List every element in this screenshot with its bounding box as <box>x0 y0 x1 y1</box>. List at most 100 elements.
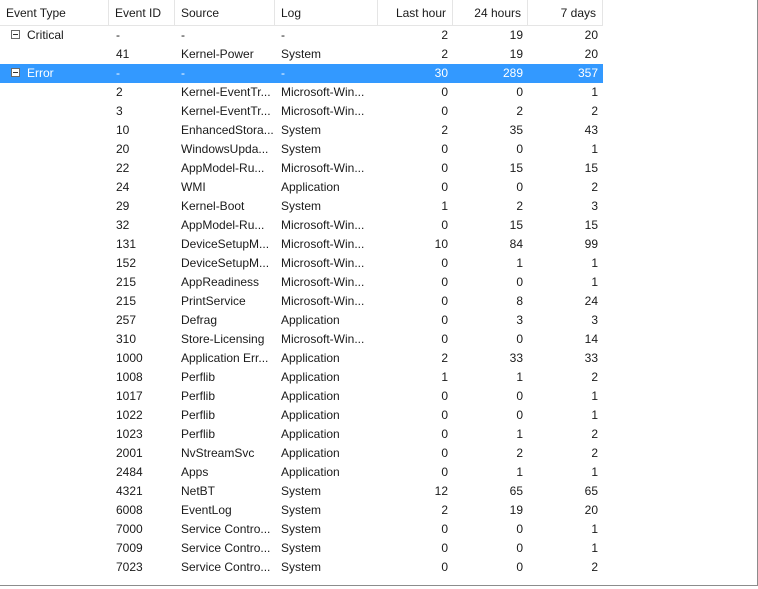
cell-h24: 0 <box>516 85 523 99</box>
table-row[interactable]: 131 DeviceSetupM... Microsoft-Win... 10 84 99 <box>0 235 603 254</box>
table-row[interactable]: 32 AppModel-Ru... Microsoft-Win... 0 15 15 <box>0 216 603 235</box>
cell-d7: 14 <box>584 332 598 346</box>
event-summary-table: Event Type Event ID Source Log Last hour… <box>0 0 758 586</box>
cell-source: - <box>181 28 185 42</box>
cell-id: 22 <box>116 161 130 175</box>
cell-source: WindowsUpda... <box>181 142 269 156</box>
cell-h1: 12 <box>434 484 448 498</box>
cell-id: 20 <box>116 142 130 156</box>
cell-log: Application <box>281 351 340 365</box>
table-row[interactable]: 29 Kernel-Boot System 1 2 3 <box>0 197 603 216</box>
table-row[interactable]: 310 Store-Licensing Microsoft-Win... 0 0 14 <box>0 330 603 349</box>
cell-source: EnhancedStora... <box>181 123 273 137</box>
cell-h24: 0 <box>516 541 523 555</box>
table-row[interactable]: 7000 Service Contro... System 0 0 1 <box>0 520 603 539</box>
cell-d7: 1 <box>591 275 598 289</box>
cell-log: Application <box>281 313 340 327</box>
cell-log: Application <box>281 427 340 441</box>
table-row[interactable]: 1023 Perflib Application 0 1 2 <box>0 425 603 444</box>
cell-h1: 0 <box>441 313 448 327</box>
group-row[interactable]: Error - - - 30 289 357 <box>0 64 603 83</box>
cell-source: PrintService <box>181 294 246 308</box>
cell-log: Microsoft-Win... <box>281 275 365 289</box>
col-header-event-id[interactable]: Event ID <box>109 0 175 25</box>
cell-d7: 15 <box>584 218 598 232</box>
table-row[interactable]: 20 WindowsUpda... System 0 0 1 <box>0 140 603 159</box>
col-header-7-days[interactable]: 7 days <box>528 0 603 25</box>
cell-log: System <box>281 123 322 137</box>
cell-h1: 30 <box>434 66 448 80</box>
cell-h24: 2 <box>516 104 523 118</box>
cell-h1: 10 <box>434 237 448 251</box>
cell-source: AppReadiness <box>181 275 260 289</box>
cell-h24: 19 <box>509 503 523 517</box>
table-row[interactable]: 24 WMI Application 0 0 2 <box>0 178 603 197</box>
cell-h24: 0 <box>516 142 523 156</box>
col-header-event-type[interactable]: Event Type <box>0 0 109 25</box>
table-row[interactable]: 1008 Perflib Application 1 1 2 <box>0 368 603 387</box>
collapse-toggle-icon[interactable] <box>11 68 20 77</box>
cell-h24: 1 <box>516 256 523 270</box>
cell-log: Microsoft-Win... <box>281 85 365 99</box>
cell-log: Microsoft-Win... <box>281 294 365 308</box>
table-row[interactable]: 7023 Service Contro... System 0 0 2 <box>0 558 603 577</box>
cell-source: Perflib <box>181 427 216 441</box>
cell-h24: 84 <box>509 237 523 251</box>
cell-id: 6008 <box>116 503 143 517</box>
table-row[interactable]: 10 EnhancedStora... System 2 35 43 <box>0 121 603 140</box>
table-row[interactable]: 257 Defrag Application 0 3 3 <box>0 311 603 330</box>
col-header-source[interactable]: Source <box>175 0 275 25</box>
cell-h24: 8 <box>516 294 523 308</box>
cell-d7: 15 <box>584 161 598 175</box>
cell-id: 32 <box>116 218 130 232</box>
table-row[interactable]: 41 Kernel-Power System 2 19 20 <box>0 45 603 64</box>
table-row[interactable]: 1000 Application Err... Application 2 33 33 <box>0 349 603 368</box>
table-row[interactable]: 3 Kernel-EventTr... Microsoft-Win... 0 2 2 <box>0 102 603 121</box>
cell-h24: 1 <box>516 465 523 479</box>
cell-log: Application <box>281 389 340 403</box>
cell-source: Apps <box>181 465 209 479</box>
col-header-last-hour[interactable]: Last hour <box>378 0 453 25</box>
cell-h24: 15 <box>509 161 523 175</box>
cell-h24: 19 <box>509 47 523 61</box>
cell-source: NvStreamSvc <box>181 446 255 460</box>
col-header-log[interactable]: Log <box>275 0 378 25</box>
table-row[interactable]: 2 Kernel-EventTr... Microsoft-Win... 0 0 1 <box>0 83 603 102</box>
cell-source: Perflib <box>181 370 216 384</box>
cell-d7: 1 <box>591 541 598 555</box>
table-row[interactable]: 2484 Apps Application 0 1 1 <box>0 463 603 482</box>
cell-h1: 0 <box>441 294 448 308</box>
cell-d7: 1 <box>591 85 598 99</box>
table-row[interactable]: 1022 Perflib Application 0 0 1 <box>0 406 603 425</box>
cell-id: 215 <box>116 275 137 289</box>
cell-h1: 0 <box>441 560 448 574</box>
cell-h24: 1 <box>516 427 523 441</box>
collapse-toggle-icon[interactable] <box>11 30 20 39</box>
table-row[interactable]: 7009 Service Contro... System 0 0 1 <box>0 539 603 558</box>
cell-source: Kernel-EventTr... <box>181 104 271 118</box>
cell-d7: 3 <box>591 313 598 327</box>
cell-id: 1017 <box>116 389 143 403</box>
cell-id: 3 <box>116 104 123 118</box>
cell-id: 2001 <box>116 446 143 460</box>
table-row[interactable]: 152 DeviceSetupM... Microsoft-Win... 0 1 1 <box>0 254 603 273</box>
table-row[interactable]: 1017 Perflib Application 0 0 1 <box>0 387 603 406</box>
cell-d7: 1 <box>591 142 598 156</box>
cell-log: System <box>281 541 322 555</box>
cell-h24: 2 <box>516 199 523 213</box>
cell-log: System <box>281 560 322 574</box>
table-row[interactable]: 4321 NetBT System 12 65 65 <box>0 482 603 501</box>
table-row[interactable]: 6008 EventLog System 2 19 20 <box>0 501 603 520</box>
col-header-24-hours[interactable]: 24 hours <box>453 0 528 25</box>
table-row[interactable]: 215 AppReadiness Microsoft-Win... 0 0 1 <box>0 273 603 292</box>
cell-h24: 33 <box>509 351 523 365</box>
cell-h1: 0 <box>441 85 448 99</box>
group-row[interactable]: Critical - - - 2 19 20 <box>0 26 603 45</box>
cell-h24: 2 <box>516 446 523 460</box>
table-row[interactable]: 22 AppModel-Ru... Microsoft-Win... 0 15 15 <box>0 159 603 178</box>
cell-source: Application Err... <box>181 351 269 365</box>
table-row[interactable]: 215 PrintService Microsoft-Win... 0 8 24 <box>0 292 603 311</box>
cell-h24: 65 <box>509 484 523 498</box>
cell-h1: 0 <box>441 446 448 460</box>
table-row[interactable]: 2001 NvStreamSvc Application 0 2 2 <box>0 444 603 463</box>
